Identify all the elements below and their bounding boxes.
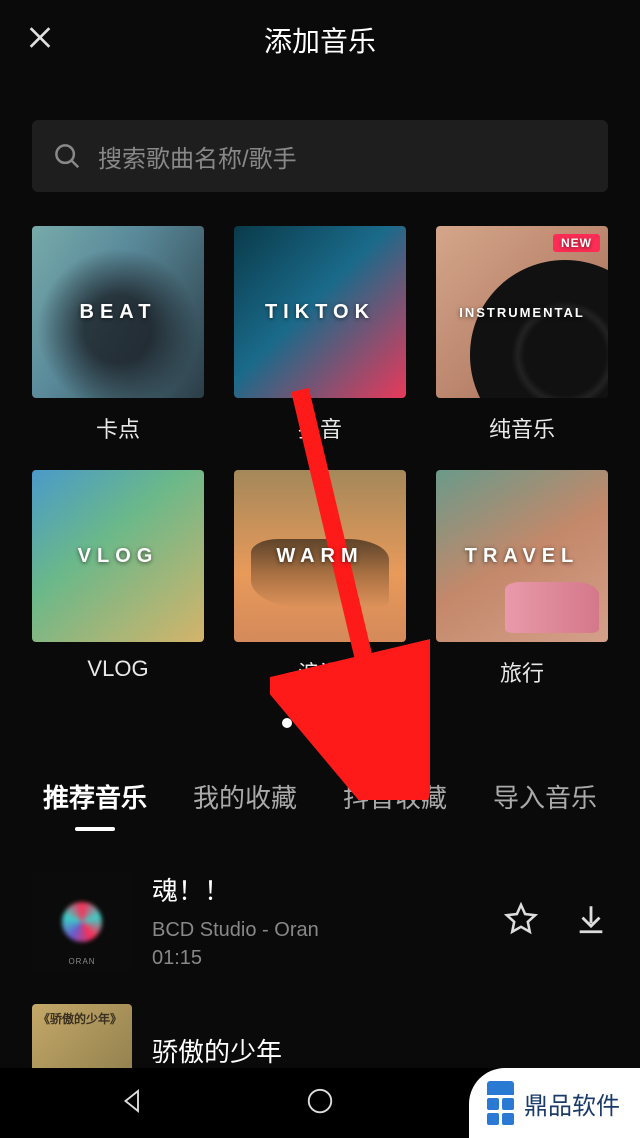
favorite-button[interactable] [504,902,538,941]
close-icon [24,22,56,54]
track-artist: BCD Studio - Oran [152,916,484,944]
category-thumbnail: INSTRUMENTAL NEW [436,226,608,398]
track-title: 骄傲的少年 [152,1032,588,1069]
category-label: 纯音乐 [436,412,608,444]
tab-导入音乐[interactable]: 导入音乐 [487,768,603,825]
category-grid: BEAT卡点TIKTOK抖音INSTRUMENTALNEW纯音乐VLOGVLOG… [0,226,640,688]
category-纯音乐[interactable]: INSTRUMENTAL NEW 纯音乐 [436,226,608,444]
category-overlay-text: TRAVEL [465,545,580,568]
category-thumbnail: TIKTOK [234,226,406,398]
circle-home-icon [305,1086,335,1116]
star-icon [504,902,538,936]
download-icon [574,902,608,936]
download-button[interactable] [574,902,608,941]
pager-dot[interactable] [326,718,336,728]
category-overlay-text: VLOG [78,545,159,568]
watermark: 鼎品软件 [469,1068,640,1138]
category-label: 抖音 [234,412,406,444]
nav-home-button[interactable] [305,1086,335,1121]
category-overlay-text: WARM [276,545,363,568]
triangle-back-icon [118,1086,148,1116]
track-thumbnail [32,872,132,972]
tab-推荐音乐[interactable]: 推荐音乐 [37,768,153,825]
category-thumbnail: BEAT [32,226,204,398]
category-overlay-text: INSTRUMENTAL [459,305,585,320]
nav-back-button[interactable] [118,1086,148,1121]
track-actions [504,902,608,941]
tab-我的收藏[interactable]: 我的收藏 [187,768,303,825]
category-thumbnail: TRAVEL [436,470,608,642]
category-label: 浪漫 [234,656,406,688]
pager-dot[interactable] [304,718,314,728]
track-title: 魂！！ [152,871,484,908]
category-抖音[interactable]: TIKTOK 抖音 [234,226,406,444]
pager-dot[interactable] [282,718,292,728]
tabs: 推荐音乐我的收藏抖音收藏导入音乐 [0,768,640,825]
watermark-text: 鼎品软件 [524,1086,620,1121]
category-label: 旅行 [436,656,608,688]
category-thumbnail: WARM [234,470,406,642]
search-input[interactable]: 搜索歌曲名称/歌手 [32,120,608,192]
category-浪漫[interactable]: WARM 浪漫 [234,470,406,688]
search-placeholder: 搜索歌曲名称/歌手 [98,139,297,174]
pager-dot[interactable] [348,718,358,728]
page-title: 添加音乐 [24,20,616,60]
new-badge: NEW [553,234,600,252]
category-label: VLOG [32,656,204,682]
category-旅行[interactable]: TRAVEL 旅行 [436,470,608,688]
page-indicator [0,718,640,728]
category-thumbnail: VLOG [32,470,204,642]
category-label: 卡点 [32,412,204,444]
category-overlay-text: BEAT [80,301,157,324]
watermark-logo-icon [487,1081,514,1125]
track-row[interactable]: 魂！！ BCD Studio - Oran01:15 [32,855,608,988]
category-VLOG[interactable]: VLOG VLOG [32,470,204,688]
category-卡点[interactable]: BEAT 卡点 [32,226,204,444]
close-button[interactable] [24,22,56,59]
search-icon [52,141,82,171]
track-info: 魂！！ BCD Studio - Oran01:15 [152,871,484,972]
category-overlay-text: TIKTOK [265,301,375,324]
track-duration: 01:15 [152,944,484,972]
tab-抖音收藏[interactable]: 抖音收藏 [337,768,453,825]
